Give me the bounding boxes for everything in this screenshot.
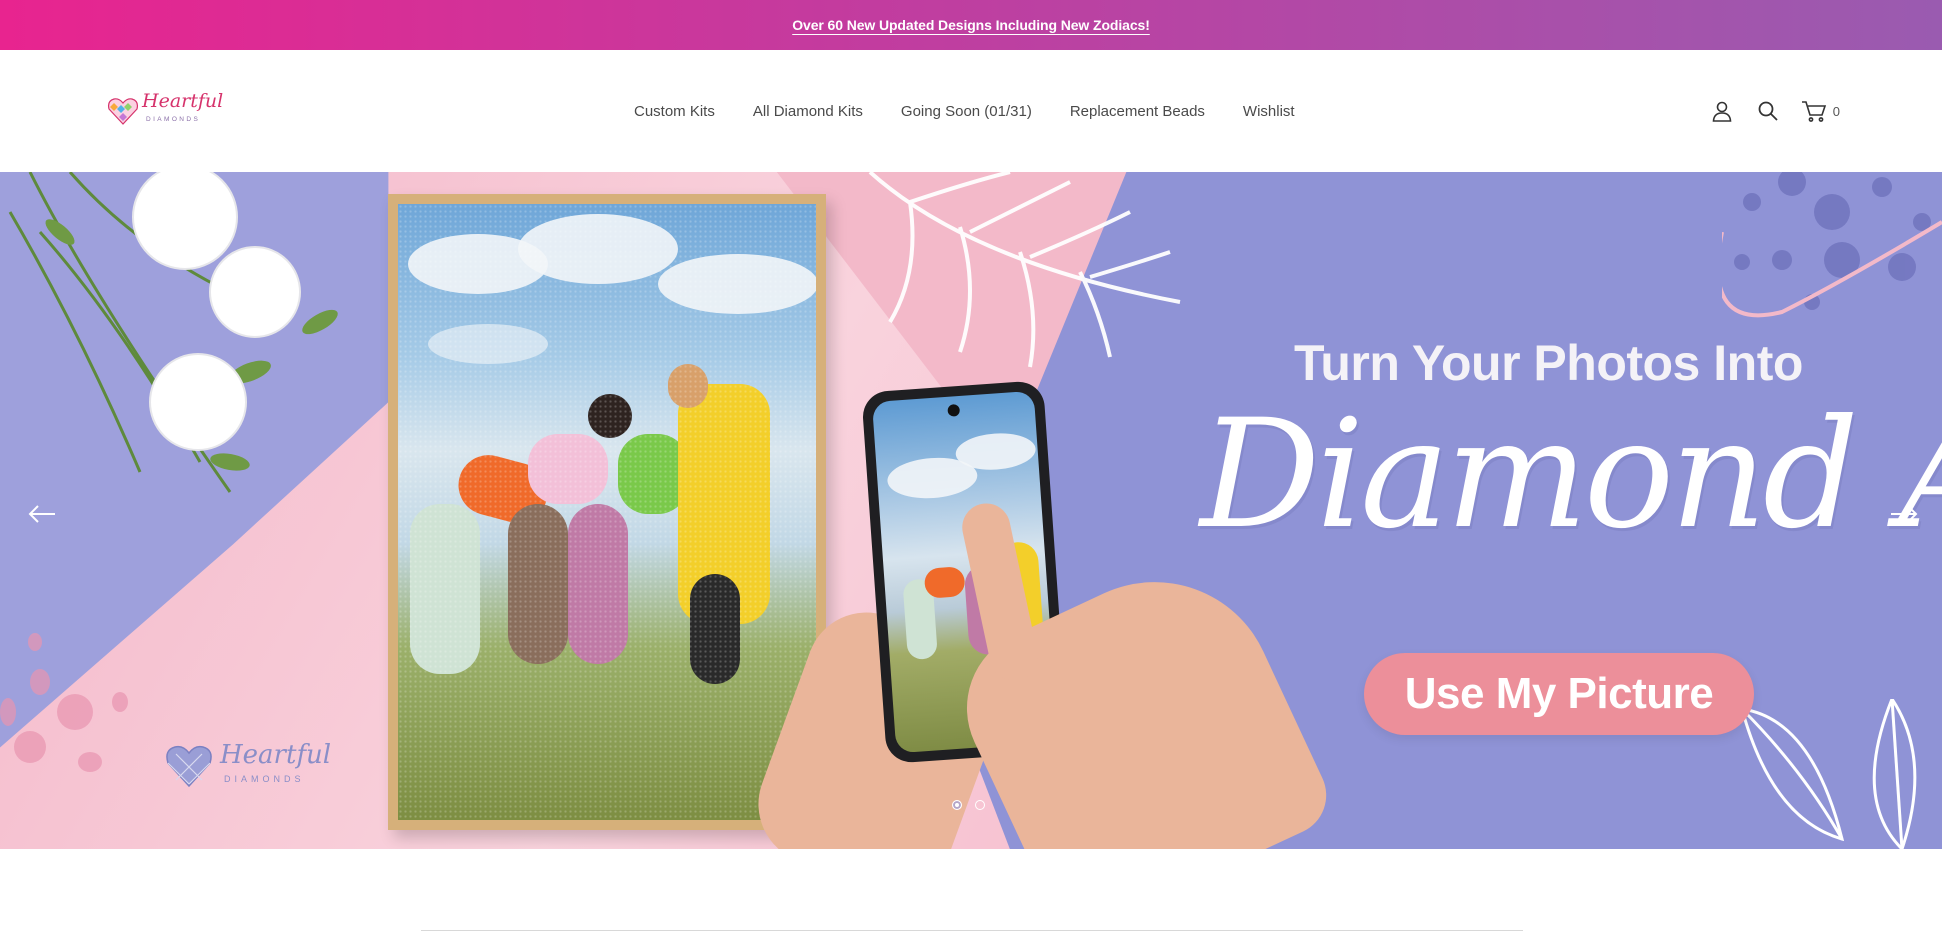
framed-diamond-painting [388, 194, 826, 830]
site-header: Heartful DIAMONDS Custom Kits All Diamon… [0, 50, 1942, 172]
section-divider [421, 930, 1523, 931]
nav-custom-kits[interactable]: Custom Kits [634, 103, 715, 120]
slide-next-button[interactable] [1884, 494, 1924, 534]
slide-dot-1[interactable] [952, 800, 962, 810]
nav-going-soon[interactable]: Going Soon (01/31) [901, 103, 1032, 120]
search-icon[interactable] [1755, 98, 1781, 124]
logo-text: Heartful [142, 90, 224, 112]
pink-dots-decoration [0, 633, 128, 772]
flowers-decoration [8, 172, 338, 493]
hero-headline: Turn Your Photos Into [1294, 335, 1803, 391]
logo-subtext: DIAMONDS [146, 116, 201, 123]
heart-gem-icon [107, 98, 139, 125]
announcement-link[interactable]: Over 60 New Updated Designs Including Ne… [792, 17, 1150, 33]
nav-all-diamond-kits[interactable]: All Diamond Kits [753, 103, 863, 120]
leaf-outline-decoration [1739, 699, 1917, 849]
slide-prev-button[interactable] [22, 494, 62, 534]
hero-slideshow: Turn Your Photos Into Diamond Art Use My… [0, 172, 1942, 849]
slide-dot-2[interactable] [975, 800, 985, 810]
leaf-decoration [868, 172, 1181, 368]
header-icons: 0 [1709, 98, 1840, 124]
site-logo[interactable]: Heartful DIAMONDS [106, 90, 223, 130]
hero-brand-logo: Heartful DIAMONDS [164, 740, 334, 792]
arrow-left-icon [28, 505, 55, 523]
cart-count: 0 [1832, 103, 1840, 119]
announcement-bar: Over 60 New Updated Designs Including Ne… [0, 0, 1942, 50]
arrow-right-icon [1891, 505, 1918, 523]
hero-brand-subtext: DIAMONDS [224, 774, 305, 784]
main-nav: Custom Kits All Diamond Kits Going Soon … [634, 50, 1295, 172]
heart-gem-icon [166, 745, 212, 788]
hero-brand-name: Heartful [220, 740, 332, 770]
cart-icon[interactable] [1801, 98, 1827, 124]
slide-dots [952, 800, 985, 810]
account-icon[interactable] [1709, 98, 1735, 124]
dots-decoration [1722, 172, 1942, 318]
hero-script-title: Diamond Art [1200, 388, 1942, 562]
painting-image [398, 204, 816, 820]
use-my-picture-button[interactable]: Use My Picture [1364, 653, 1754, 735]
nav-replacement-beads[interactable]: Replacement Beads [1070, 103, 1205, 120]
nav-wishlist[interactable]: Wishlist [1243, 103, 1295, 120]
